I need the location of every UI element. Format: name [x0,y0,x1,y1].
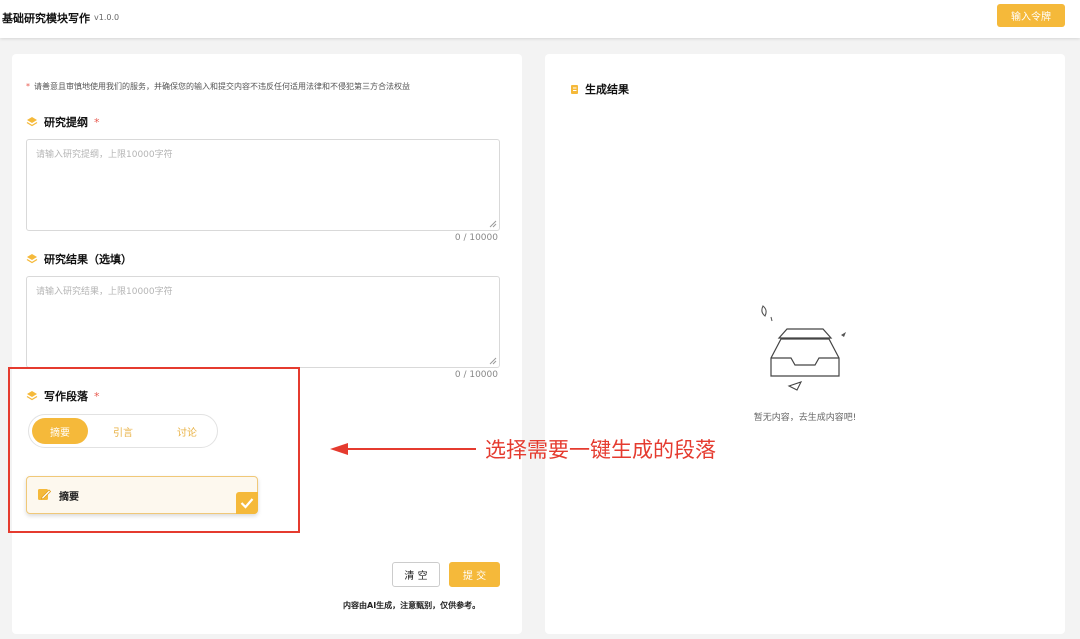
outline-field-title: 研究提纲 * [26,114,100,130]
result-title-text: 生成结果 [585,83,629,96]
annotation-text: 选择需要一键生成的段落 [485,438,716,462]
app-title: 基础研究模块写作 [2,12,90,25]
submit-button[interactable]: 提 交 [449,562,500,587]
resize-grip-icon[interactable] [489,357,497,365]
annotation-arrow-icon [330,443,476,455]
results-field-title: 研究结果（选填） [26,251,132,267]
scroll-icon [571,84,578,94]
usage-notice: * 请善意且审慎地使用我们的服务，并确保您的输入和提交内容不违反任何适用法律和不侵… [26,81,410,92]
notice-star: * [26,82,30,91]
outline-placeholder: 请输入研究提纲，上限10000字符 [36,150,173,160]
outline-label: 研究提纲 [44,116,88,129]
outline-textarea[interactable]: 请输入研究提纲，上限10000字符 [26,139,500,231]
ai-disclaimer: 内容由AI生成，注意甄别，仅供参考。 [343,601,481,610]
resize-grip-icon[interactable] [489,220,497,228]
outline-char-counter: 0 / 10000 [454,233,498,243]
result-title: 生成结果 [569,81,629,97]
top-bar: 基础研究模块写作 v1.0.0 输入令牌 [0,0,1080,38]
results-label: 研究结果（选填） [44,253,132,266]
empty-state-text: 暂无内容，去生成内容吧! [753,413,857,423]
app-version: v1.0.0 [94,13,120,22]
results-textarea[interactable]: 请输入研究结果，上限10000字符 [26,276,500,368]
clear-button[interactable]: 清 空 [392,562,440,587]
results-char-counter: 0 / 10000 [454,370,498,380]
annotation-highlight-box [8,367,300,533]
form-panel: * 请善意且审慎地使用我们的服务，并确保您的输入和提交内容不违反任何适用法律和不侵… [12,54,522,634]
layers-icon [26,117,38,127]
notice-text: 请善意且审慎地使用我们的服务，并确保您的输入和提交内容不违反任何适用法律和不侵犯… [34,82,410,91]
result-panel: 生成结果 暂无内容，去生成内容吧! [545,54,1065,634]
layers-icon [26,254,38,264]
empty-box-icon [761,305,846,391]
enter-token-button[interactable]: 输入令牌 [997,4,1065,27]
required-mark: * [94,115,100,129]
results-placeholder: 请输入研究结果，上限10000字符 [36,287,173,297]
